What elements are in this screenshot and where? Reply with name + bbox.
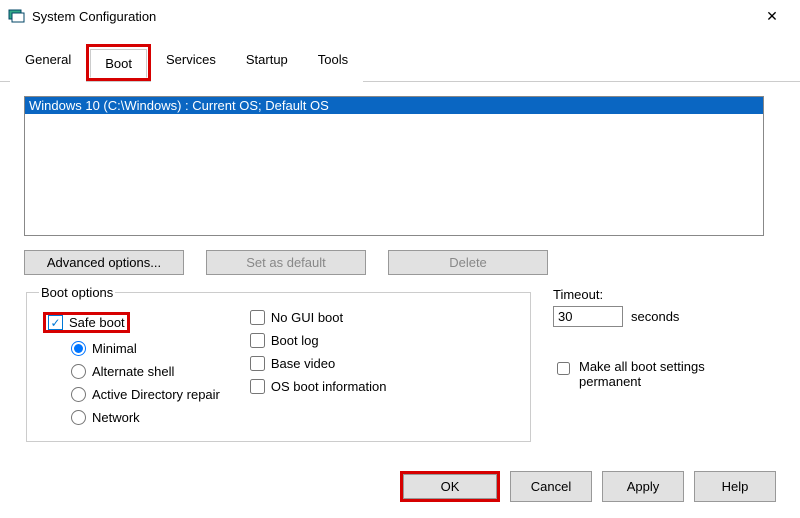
highlight-safe-boot: ✓ Safe boot [43,312,130,333]
permanent-label: Make all boot settings permanent [579,359,729,389]
safe-boot-label: Safe boot [69,315,125,330]
tab-tools[interactable]: Tools [303,45,363,82]
titlebar: System Configuration ✕ [0,0,800,32]
tab-boot[interactable]: Boot [90,49,147,78]
right-column: Timeout: seconds Make all boot settings … [553,285,729,442]
tab-startup[interactable]: Startup [231,45,303,82]
tab-general[interactable]: General [10,45,86,82]
close-icon[interactable]: ✕ [752,8,792,25]
timeout-label: Timeout: [553,287,729,302]
flags-column: No GUI boot Boot log Base video OS boot … [250,310,387,425]
checkmark-icon: ✓ [48,315,63,330]
safe-boot-checkbox[interactable]: ✓ Safe boot [48,315,125,330]
os-info-checkbox[interactable]: OS boot information [250,379,387,394]
boot-list[interactable]: Windows 10 (C:\Windows) : Current OS; De… [24,96,764,236]
timeout-unit: seconds [631,309,679,324]
boot-button-row: Advanced options... Set as default Delet… [24,250,776,275]
boot-list-item[interactable]: Windows 10 (C:\Windows) : Current OS; De… [25,97,763,114]
timeout-group: Timeout: seconds [553,287,729,327]
radio-alternate-shell[interactable]: Alternate shell [71,364,220,379]
apply-button[interactable]: Apply [602,471,684,502]
radio-minimal[interactable]: Minimal [71,341,220,356]
cancel-button[interactable]: Cancel [510,471,592,502]
help-button[interactable]: Help [694,471,776,502]
highlight-boot-tab: Boot [86,44,151,81]
advanced-options-button[interactable]: Advanced options... [24,250,184,275]
lower-pane: Boot options ✓ Safe boot Minimal Alterna… [24,285,776,442]
set-default-button: Set as default [206,250,366,275]
boot-options-group: Boot options ✓ Safe boot Minimal Alterna… [26,285,531,442]
boot-options-legend: Boot options [39,285,115,300]
base-video-checkbox[interactable]: Base video [250,356,387,371]
permanent-checkbox[interactable]: Make all boot settings permanent [553,359,729,389]
radio-ad-repair[interactable]: Active Directory repair [71,387,220,402]
tab-content: Windows 10 (C:\Windows) : Current OS; De… [0,82,800,456]
ok-button[interactable]: OK [403,474,497,499]
app-icon [8,7,26,25]
boot-log-checkbox[interactable]: Boot log [250,333,387,348]
highlight-ok: OK [400,471,500,502]
tab-strip: General Boot Services Startup Tools [0,44,800,82]
delete-button: Delete [388,250,548,275]
dialog-buttons: OK Cancel Apply Help [400,471,776,502]
window-title: System Configuration [32,9,752,24]
radio-network[interactable]: Network [71,410,220,425]
tab-services[interactable]: Services [151,45,231,82]
no-gui-checkbox[interactable]: No GUI boot [250,310,387,325]
timeout-input[interactable] [553,306,623,327]
safe-boot-column: ✓ Safe boot Minimal Alternate shell Acti… [43,312,220,425]
